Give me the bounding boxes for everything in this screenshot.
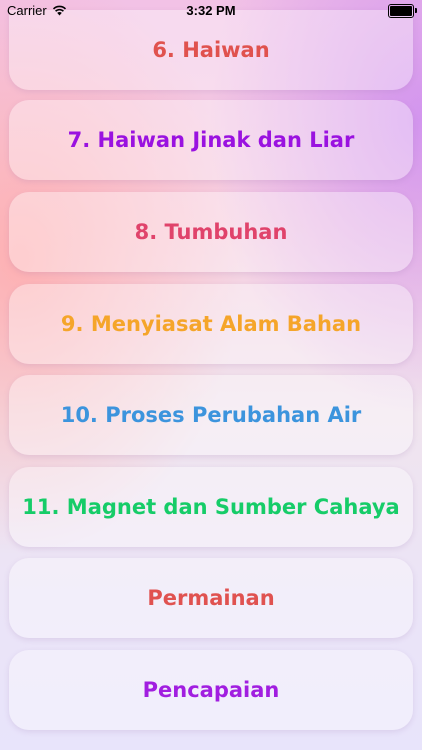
menu-item-tumbuhan[interactable]: 8. Tumbuhan [9,192,413,272]
battery-fill [390,6,412,16]
menu-item-permainan[interactable]: Permainan [9,558,413,638]
status-bar: Carrier 3:32 PM [0,0,422,22]
menu-item-magnet-dan-sumber-cahaya[interactable]: 11. Magnet dan Sumber Cahaya [9,467,413,547]
menu-item-proses-perubahan-air[interactable]: 10. Proses Perubahan Air [9,375,413,455]
menu-item-menyiasat-alam-bahan[interactable]: 9. Menyiasat Alam Bahan [9,284,413,364]
menu-item-haiwan-jinak-dan-liar[interactable]: 7. Haiwan Jinak dan Liar [9,100,413,180]
battery-icon [388,4,417,18]
status-time: 3:32 PM [186,3,236,18]
menu-item-haiwan[interactable]: 6. Haiwan [9,10,413,90]
menu-item-pencapaian[interactable]: Pencapaian [9,650,413,730]
status-right [388,4,417,18]
